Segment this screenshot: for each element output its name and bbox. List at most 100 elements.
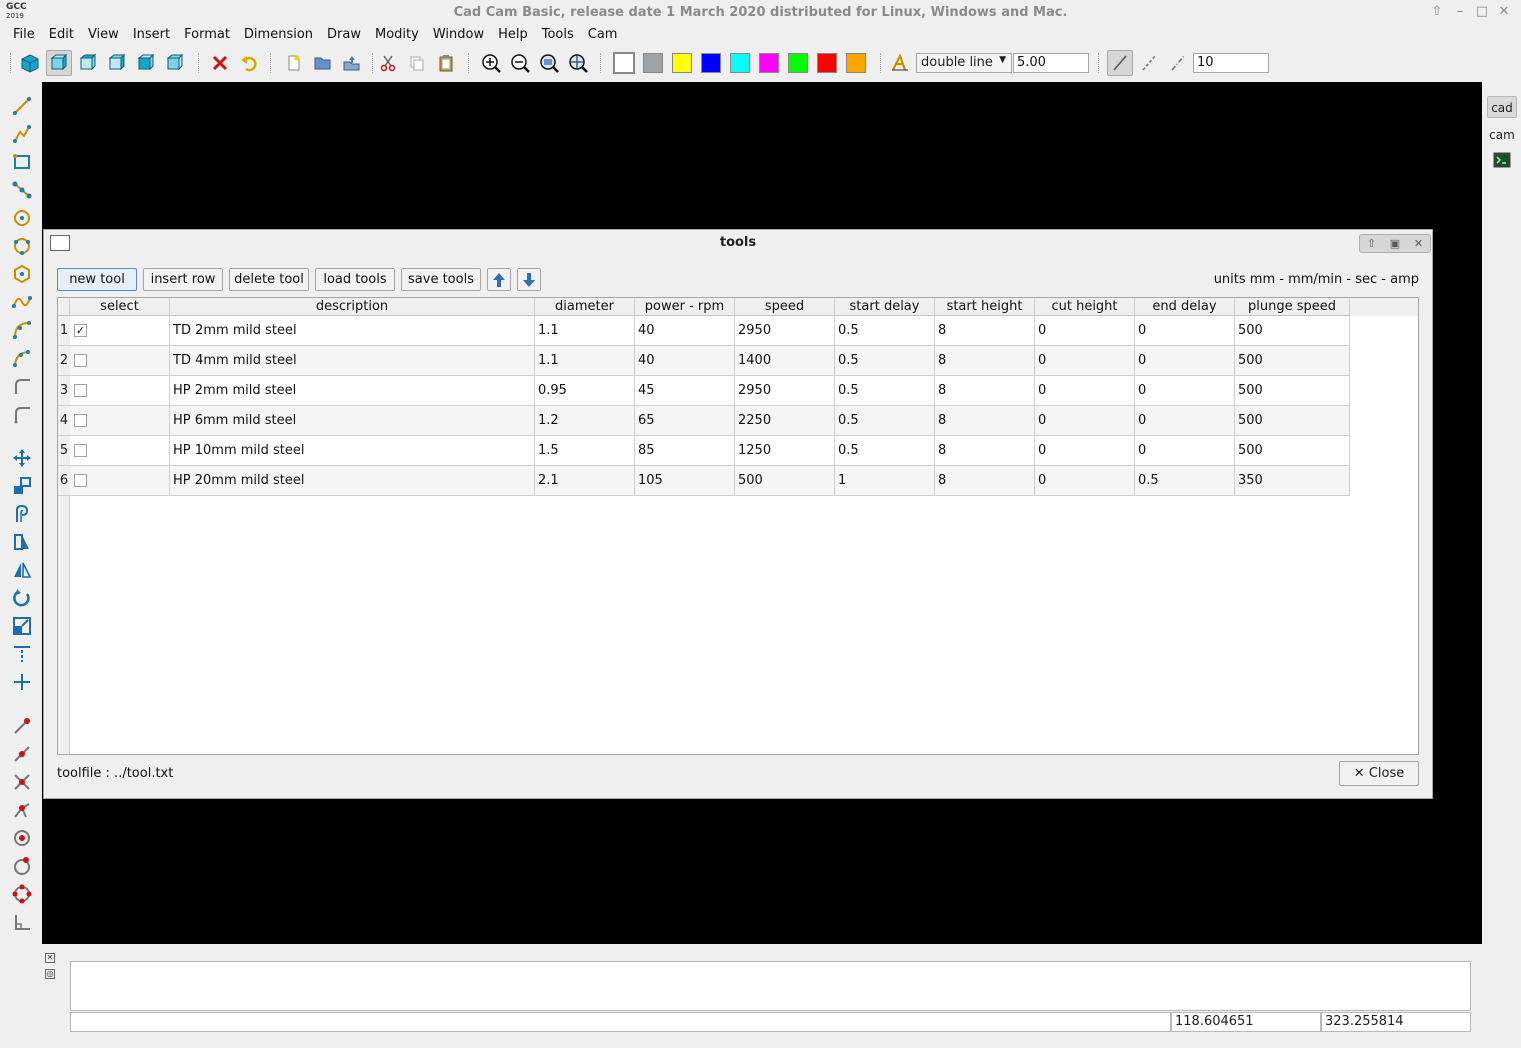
cell-diameter[interactable]: 1.1	[535, 346, 635, 376]
cell-speed[interactable]: 500	[735, 466, 835, 496]
view-top-icon[interactable]	[75, 50, 101, 76]
copy-tool-icon[interactable]	[11, 475, 33, 497]
trim-tool-icon[interactable]	[11, 643, 33, 665]
color-green-swatch[interactable]	[788, 53, 808, 73]
select-checkbox[interactable]	[74, 444, 87, 457]
select-checkbox[interactable]	[74, 354, 87, 367]
color-orange-swatch[interactable]	[846, 53, 866, 73]
open-file-icon[interactable]	[310, 50, 336, 76]
cell-speed[interactable]: 2950	[735, 316, 835, 346]
cell-description[interactable]: HP 20mm mild steel	[170, 466, 535, 496]
view-bottom-icon[interactable]	[162, 50, 188, 76]
cell-end-delay[interactable]: 0	[1135, 316, 1235, 346]
delete-icon[interactable]	[207, 50, 233, 76]
column-header[interactable]: description	[170, 298, 535, 316]
table-row[interactable]: 4 HP 6mm mild steel 1.2 65 2250 0.5 8 0 0 500	[58, 406, 1350, 436]
menu-modify[interactable]: Modity	[368, 26, 426, 46]
snap-quadrant-icon[interactable]	[11, 883, 33, 905]
zoom-in-icon[interactable]	[478, 50, 504, 76]
cell-start-delay[interactable]: 0.5	[835, 436, 935, 466]
cell-end-delay[interactable]: 0	[1135, 376, 1235, 406]
cell-description[interactable]: TD 2mm mild steel	[170, 316, 535, 346]
line-width-input[interactable]: 5.00	[1013, 53, 1089, 73]
delete-tool-button[interactable]: delete tool	[229, 268, 309, 291]
cell-description[interactable]: TD 4mm mild steel	[170, 346, 535, 376]
view-front-icon[interactable]	[46, 50, 72, 76]
cell-start-delay[interactable]: 0.5	[835, 376, 935, 406]
menu-edit[interactable]: Edit	[42, 26, 81, 46]
circle-3p-tool-icon[interactable]	[11, 235, 33, 257]
cell-end-delay[interactable]: 0	[1135, 346, 1235, 376]
table-row[interactable]: 5 HP 10mm mild steel 1.5 85 1250 0.5 8 0 0 500	[58, 436, 1350, 466]
cell-cut-height[interactable]: 0	[1035, 376, 1135, 406]
save-file-icon[interactable]	[339, 50, 365, 76]
select-checkbox[interactable]	[74, 414, 87, 427]
arc-tool-icon[interactable]	[11, 347, 33, 369]
table-row[interactable]: 6 HP 20mm mild steel 2.1 105 500 1 8 0 0.5 350	[58, 466, 1350, 496]
menu-window[interactable]: Window	[426, 26, 491, 46]
close-window-icon[interactable]: ✕	[1496, 4, 1512, 20]
maximize-dialog-icon[interactable]: ▣	[1390, 237, 1400, 250]
cell-start-delay[interactable]: 0.5	[835, 346, 935, 376]
cell-plunge-speed[interactable]: 500	[1235, 316, 1350, 346]
select-checkbox[interactable]: ✓	[74, 324, 87, 337]
menu-help[interactable]: Help	[491, 26, 535, 46]
terminal-button[interactable]	[1487, 152, 1517, 174]
snap-intersection-icon[interactable]	[11, 771, 33, 793]
snap-midpoint-icon[interactable]	[11, 743, 33, 765]
text-style-icon[interactable]	[887, 50, 913, 76]
cell-power[interactable]: 40	[635, 346, 735, 376]
spline-tool-icon[interactable]	[11, 291, 33, 313]
view-3d-icon[interactable]	[17, 50, 43, 76]
rotate-tool-icon[interactable]	[11, 587, 33, 609]
cell-end-delay[interactable]: 0	[1135, 436, 1235, 466]
cell-start-height[interactable]: 8	[935, 316, 1035, 346]
cell-start-delay[interactable]: 0.5	[835, 406, 935, 436]
zoom-extents-icon[interactable]	[565, 50, 591, 76]
flip-tool-icon[interactable]	[11, 559, 33, 581]
table-row[interactable]: 1 ✓ TD 2mm mild steel 1.1 40 2950 0.5 8 0 0 500	[58, 316, 1350, 346]
menu-draw[interactable]: Draw	[320, 26, 368, 46]
cell-diameter[interactable]: 0.95	[535, 376, 635, 406]
cell-cut-height[interactable]: 0	[1035, 436, 1135, 466]
extend-tool-icon[interactable]	[11, 671, 33, 693]
cell-start-delay[interactable]: 0.5	[835, 316, 935, 346]
float-console-icon[interactable]: ◎	[45, 969, 55, 979]
copy-icon[interactable]	[404, 50, 430, 76]
move-down-button[interactable]	[517, 268, 541, 291]
column-header[interactable]: end delay	[1135, 298, 1235, 316]
rectangle-tool-icon[interactable]	[11, 151, 33, 173]
node-line-tool-icon[interactable]	[11, 179, 33, 201]
close-console-icon[interactable]: ✕	[45, 953, 55, 963]
dash-dot-line-icon[interactable]	[1165, 50, 1191, 76]
move-tool-icon[interactable]	[11, 447, 33, 469]
cell-power[interactable]: 45	[635, 376, 735, 406]
menu-cam[interactable]: Cam	[581, 26, 625, 46]
cell-cut-height[interactable]: 0	[1035, 346, 1135, 376]
line-draw-icon[interactable]	[1107, 50, 1133, 76]
cell-speed[interactable]: 1250	[735, 436, 835, 466]
snap-nearest-icon[interactable]	[11, 799, 33, 821]
shade-dialog-icon[interactable]: ⇧	[1367, 237, 1376, 250]
view-back-icon[interactable]	[133, 50, 159, 76]
cell-start-height[interactable]: 8	[935, 376, 1035, 406]
color-white-swatch[interactable]	[613, 52, 635, 74]
scale-tool-icon[interactable]	[11, 615, 33, 637]
cell-speed[interactable]: 1400	[735, 346, 835, 376]
snap-perpendicular-icon[interactable]	[11, 911, 33, 933]
cell-start-height[interactable]: 8	[935, 466, 1035, 496]
line-type-select[interactable]: double line ▼	[916, 53, 1012, 73]
command-input[interactable]	[70, 1012, 1171, 1032]
cell-plunge-speed[interactable]: 500	[1235, 376, 1350, 406]
chamfer-tool-icon[interactable]	[11, 403, 33, 425]
load-tools-button[interactable]: load tools	[315, 268, 395, 291]
cell-start-delay[interactable]: 1	[835, 466, 935, 496]
column-header[interactable]: speed	[735, 298, 835, 316]
column-header[interactable]: plunge speed	[1235, 298, 1350, 316]
snap-value-input[interactable]: 10	[1193, 53, 1269, 73]
cell-power[interactable]: 65	[635, 406, 735, 436]
cell-speed[interactable]: 2950	[735, 376, 835, 406]
dashed-line-icon[interactable]	[1136, 50, 1162, 76]
cell-end-delay[interactable]: 0	[1135, 406, 1235, 436]
paste-icon[interactable]	[433, 50, 459, 76]
